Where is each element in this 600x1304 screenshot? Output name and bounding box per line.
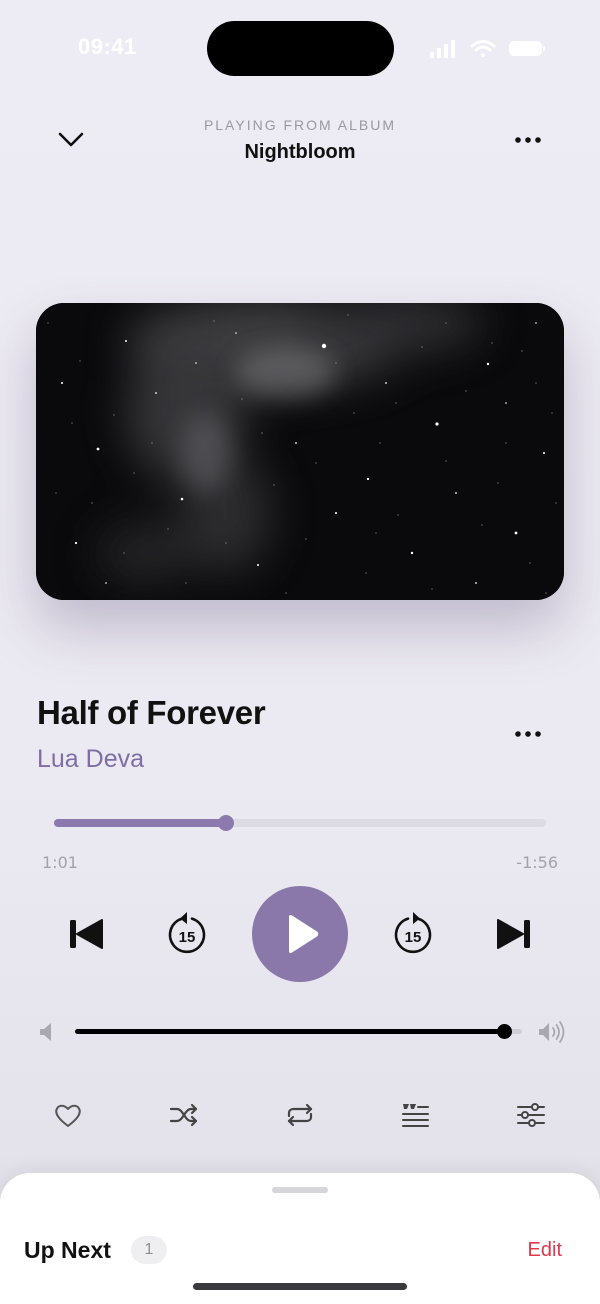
skip-forward-15-button[interactable]: 15: [389, 910, 437, 958]
progress-knob[interactable]: [218, 815, 235, 831]
track-artist[interactable]: Lua Deva: [37, 745, 144, 774]
album-artwork: [36, 303, 564, 600]
track-more-icon[interactable]: [510, 722, 546, 746]
next-track-icon[interactable]: [492, 912, 536, 956]
home-indicator: [193, 1283, 407, 1290]
wifi-icon: [470, 40, 496, 57]
lyrics-icon[interactable]: [399, 1100, 431, 1130]
previous-track-icon[interactable]: [64, 912, 108, 956]
progress-bar[interactable]: [54, 815, 546, 831]
status-time: 09:41: [78, 34, 137, 59]
up-next-sheet[interactable]: Up Next 1 Edit: [0, 1173, 600, 1304]
play-button[interactable]: [252, 886, 348, 982]
elapsed-time: 1:01: [42, 853, 78, 872]
edit-button[interactable]: Edit: [528, 1239, 562, 1262]
progress-fill: [54, 819, 227, 827]
heart-icon[interactable]: [52, 1100, 84, 1130]
dynamic-island: [207, 21, 394, 76]
status-icons: [430, 40, 545, 58]
now-playing-screen: 09:41 PLAYING FROM ALBUM Nightbloom Half…: [0, 0, 600, 1304]
volume-fill: [75, 1029, 505, 1034]
play-icon: [289, 915, 319, 953]
equalizer-icon[interactable]: [515, 1100, 547, 1130]
volume-low-icon: [40, 1023, 51, 1041]
battery-icon: [509, 41, 545, 56]
volume-knob[interactable]: [497, 1024, 513, 1039]
skip-forward-seconds: 15: [405, 929, 422, 946]
up-next-label: Up Next: [24, 1237, 111, 1263]
skip-forward-15-icon: 15: [394, 912, 432, 954]
shuffle-icon[interactable]: [168, 1100, 200, 1130]
signal-icon: [430, 40, 455, 58]
skip-back-15-icon: 15: [168, 912, 206, 954]
starfield-image: [36, 303, 564, 600]
volume-slider[interactable]: [75, 1024, 522, 1039]
skip-back-seconds: 15: [179, 929, 196, 946]
more-icon[interactable]: [510, 128, 546, 152]
skip-back-15-button[interactable]: 15: [163, 910, 211, 958]
sheet-grabber[interactable]: [272, 1187, 328, 1193]
up-next-count-badge: 1: [131, 1236, 167, 1264]
track-title: Half of Forever: [37, 694, 266, 731]
volume-high-icon: [539, 1021, 565, 1043]
remaining-time: -1:56: [516, 853, 558, 872]
repeat-icon[interactable]: [284, 1100, 316, 1130]
